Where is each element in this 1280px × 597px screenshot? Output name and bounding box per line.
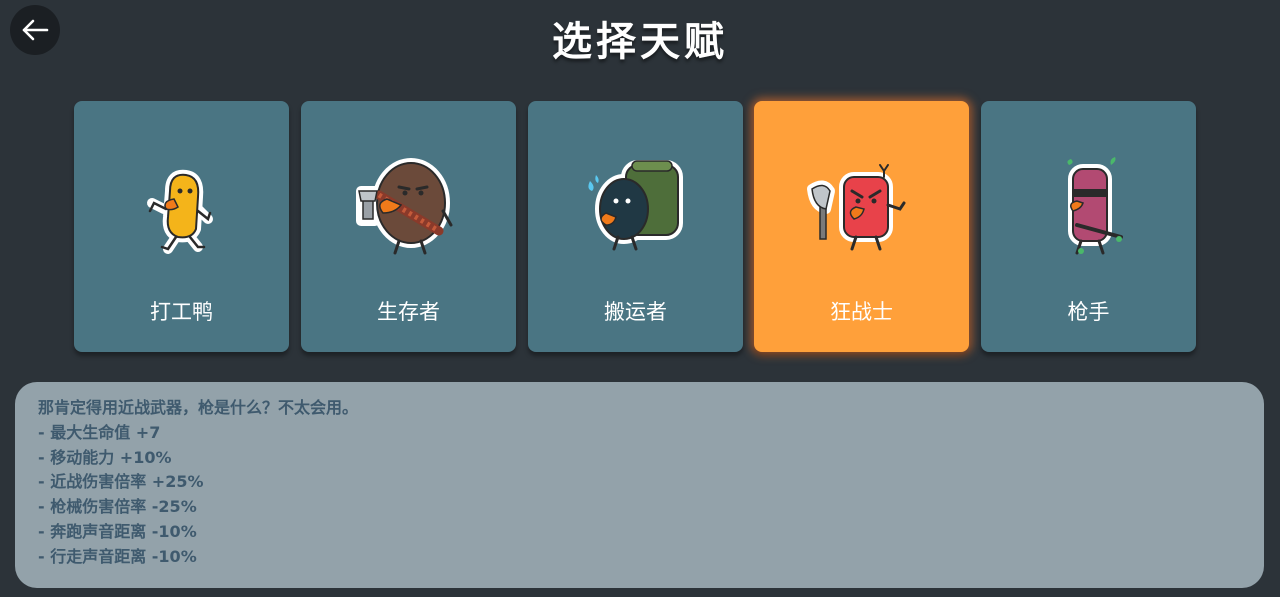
description-line: - 行走声音距离 -10% [38,546,197,566]
talent-card-worker-duck[interactable]: 打工鸭 [74,101,289,352]
description-line: 那肯定得用近战武器，枪是什么？不太会用。 [38,398,359,417]
talent-description-panel: 那肯定得用近战武器，枪是什么？不太会用。 - 最大生命值 +7 - 移动能力 +… [15,382,1264,588]
purple-gunner-character-icon [1066,157,1123,255]
talent-card-list: 打工鸭 生存者 搬运者 狂战士 枪手 [74,101,1198,353]
talent-label: 打工鸭 [150,300,213,324]
description-line: - 移动能力 +10% [38,447,172,467]
red-berserker-axe-character-icon [806,164,905,251]
talent-label: 搬运者 [604,300,667,324]
talent-card-gunner[interactable]: 枪手 [981,101,1196,352]
yellow-duck-character-icon [146,169,213,254]
description-line: - 近战伤害倍率 +25% [38,472,204,492]
brown-survivor-character-icon [355,158,452,255]
description-line: - 枪械伤害倍率 -25% [38,497,197,517]
talent-card-survivor[interactable]: 生存者 [301,101,516,352]
description-line: - 最大生命值 +7 [38,422,161,442]
talent-card-berserker[interactable]: 狂战士 [754,101,969,352]
description-line: - 奔跑声音距离 -10% [38,521,197,541]
backpack-carrier-character-icon [587,160,683,251]
talent-label: 生存者 [377,300,440,324]
talent-label: 枪手 [1067,300,1110,324]
screen-title: 选择天赋 [552,19,728,65]
talent-card-carrier[interactable]: 搬运者 [528,101,743,352]
talent-label: 狂战士 [830,300,893,324]
